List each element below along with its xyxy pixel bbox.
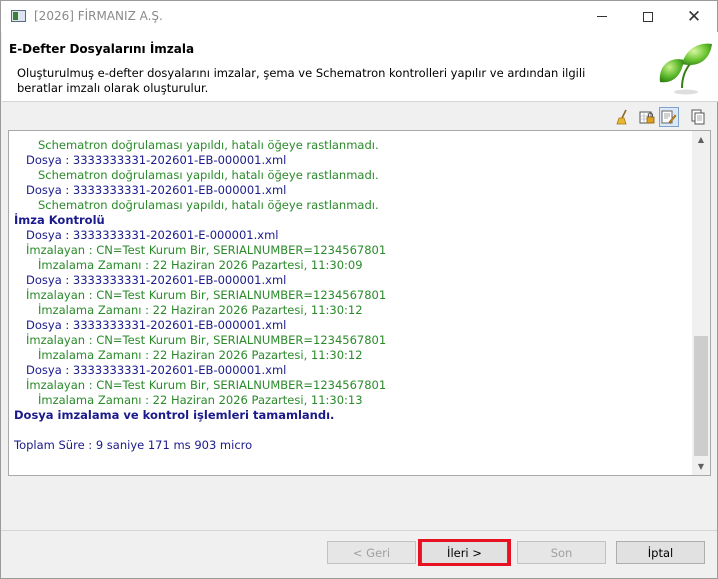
log-line: Schematron doğrulaması yapıldı, hatalı ö… (38, 198, 379, 212)
log-line: İmzalama Zamanı : 22 Haziran 2026 Pazart… (38, 303, 363, 317)
sign-icon (661, 110, 677, 124)
scroll-down-button[interactable]: ▼ (692, 458, 710, 475)
log-line: İmzalayan : CN=Test Kurum Bir, SERIALNUM… (26, 378, 387, 392)
log-line: İmza Kontrolü (14, 213, 105, 227)
next-button-highlight (418, 539, 511, 566)
log-line: Dosya : 3333333331-202601-EB-000001.xml (26, 153, 287, 167)
chevron-down-icon: ▼ (697, 462, 705, 471)
lock-button[interactable] (637, 107, 657, 127)
log-line: Schematron doğrulaması yapıldı, hatalı ö… (38, 168, 379, 182)
leaf-logo-icon (659, 43, 712, 95)
minimize-icon (597, 16, 607, 17)
page-description: Oluşturulmuş e-defter dosyalarını imzala… (17, 66, 586, 95)
log-line: Toplam Süre : 9 saniye 171 ms 903 micro (14, 438, 253, 452)
window-title: [2026] FİRMANIZ A.Ş. (34, 9, 163, 23)
app-icon (11, 10, 26, 22)
chevron-up-icon: ▲ (697, 135, 705, 144)
minimize-button[interactable] (579, 1, 625, 32)
log-line: İmzalayan : CN=Test Kurum Bir, SERIALNUM… (26, 333, 387, 347)
scroll-thumb[interactable] (694, 336, 708, 456)
page-title: E-Defter Dosyalarını İmzala (9, 42, 195, 56)
log-toolbar (1, 105, 717, 129)
finish-button[interactable]: Son (517, 541, 606, 564)
log-line: Dosya : 3333333331-202601-EB-000001.xml (26, 363, 287, 377)
maximize-button[interactable] (625, 1, 671, 32)
log-scrollbar[interactable]: ▲ ▼ (692, 131, 710, 475)
clear-log-button[interactable] (613, 107, 633, 127)
log-lines: Schematron doğrulaması yapıldı, hatalı ö… (14, 138, 694, 453)
wizard-window: [2026] FİRMANIZ A.Ş. ✕ E-Defter Dosyalar… (0, 0, 718, 579)
log-line: Dosya : 3333333331-202601-EB-000001.xml (26, 318, 287, 332)
close-icon: ✕ (686, 6, 702, 27)
lock-grid-icon (639, 111, 655, 124)
cancel-button[interactable]: İptal (616, 541, 705, 564)
log-line: Dosya : 3333333331-202601-EB-000001.xml (26, 273, 287, 287)
wizard-header: E-Defter Dosyalarını İmzala Oluşturulmuş… (2, 32, 718, 102)
log-line: Dosya imzalama ve kontrol işlemleri tama… (14, 408, 335, 422)
log-line: Dosya : 3333333331-202601-EB-000001.xml (26, 183, 287, 197)
close-button[interactable]: ✕ (671, 1, 717, 32)
title-bar: [2026] FİRMANIZ A.Ş. ✕ (1, 1, 717, 32)
footer-separator (1, 530, 717, 531)
log-line: İmzalama Zamanı : 22 Haziran 2026 Pazart… (38, 348, 363, 362)
back-button[interactable]: < Geri (327, 541, 416, 564)
copy-icon (691, 109, 705, 125)
broom-icon (616, 109, 627, 125)
sign-button[interactable] (659, 107, 679, 127)
log-line: İmzalayan : CN=Test Kurum Bir, SERIALNUM… (26, 243, 387, 257)
log-line: İmzalama Zamanı : 22 Haziran 2026 Pazart… (38, 258, 363, 272)
scroll-up-button[interactable]: ▲ (692, 131, 710, 148)
log-line: İmzalama Zamanı : 22 Haziran 2026 Pazart… (38, 393, 363, 407)
log-line: İmzalayan : CN=Test Kurum Bir, SERIALNUM… (26, 288, 387, 302)
copy-button[interactable] (688, 107, 708, 127)
log-line: Dosya : 3333333331-202601-E-000001.xml (26, 228, 279, 242)
log-output-panel[interactable]: Schematron doğrulaması yapıldı, hatalı ö… (8, 130, 711, 476)
maximize-icon (643, 11, 653, 22)
log-line: Schematron doğrulaması yapıldı, hatalı ö… (38, 138, 379, 152)
